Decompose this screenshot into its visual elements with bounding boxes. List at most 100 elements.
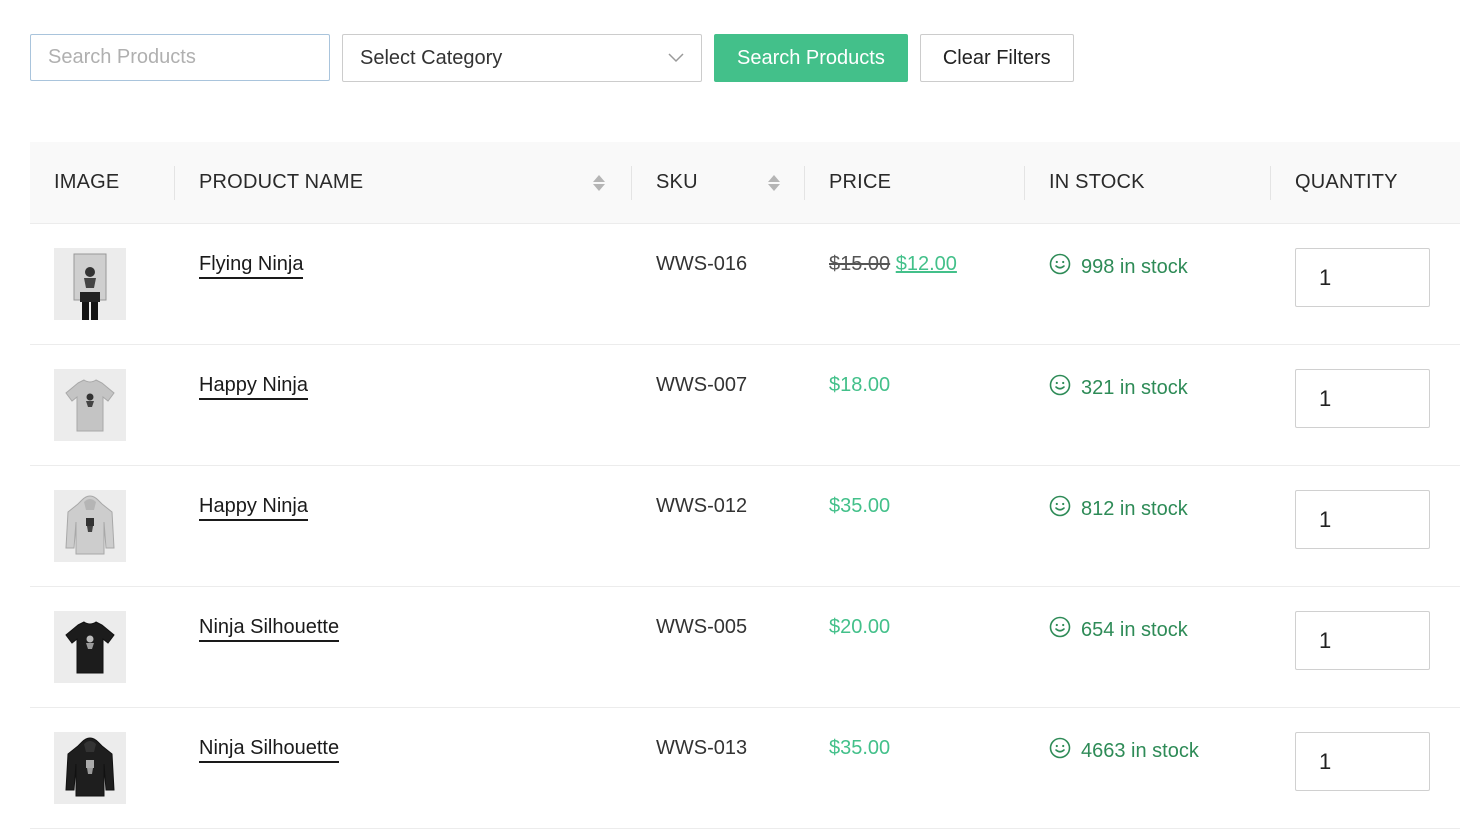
category-select[interactable]: Select Category: [342, 34, 702, 82]
product-name-cell: Flying Ninja: [175, 224, 632, 344]
stock-status: 321 in stock: [1049, 374, 1271, 402]
table-row: Ninja Silhouette WWS-013 $35.00 4663 in …: [30, 708, 1460, 829]
search-input[interactable]: [30, 34, 330, 81]
image-cell: [30, 708, 175, 828]
price-cell: $18.00: [805, 345, 1025, 465]
poster-icon[interactable]: [54, 248, 126, 320]
stock-status: 654 in stock: [1049, 616, 1271, 644]
column-header-image-label: IMAGE: [54, 171, 120, 193]
quantity-input[interactable]: [1295, 732, 1430, 791]
product-name-cell: Happy Ninja: [175, 466, 632, 586]
clear-filters-button[interactable]: Clear Filters: [919, 34, 1074, 82]
stock-status: 812 in stock: [1049, 495, 1271, 523]
table-row: Ninja Silhouette WWS-005 $20.00 654 in s…: [30, 587, 1460, 708]
smiley-icon: [1049, 253, 1071, 281]
price-value: $15.00 $12.00: [829, 253, 957, 276]
category-select-value: Select Category: [360, 46, 503, 69]
quantity-input[interactable]: [1295, 611, 1430, 670]
column-header-sku-label: SKU: [656, 171, 698, 193]
column-header-image: IMAGE: [30, 142, 175, 223]
product-name-cell: Ninja Silhouette: [175, 708, 632, 828]
column-header-price: PRICE: [805, 142, 1025, 223]
sku-cell: WWS-012: [632, 466, 805, 586]
column-header-in-stock-label: IN STOCK: [1049, 171, 1145, 193]
quantity-cell: [1271, 224, 1460, 344]
product-name-link[interactable]: Flying Ninja: [199, 253, 304, 279]
stock-text: 998 in stock: [1081, 255, 1188, 278]
stock-cell: 812 in stock: [1025, 466, 1271, 586]
price-cell: $20.00: [805, 587, 1025, 707]
product-name-cell: Happy Ninja: [175, 345, 632, 465]
smiley-icon: [1049, 737, 1071, 765]
table-row: Happy Ninja WWS-007 $18.00 321 in stock: [30, 345, 1460, 466]
stock-text: 321 in stock: [1081, 376, 1188, 399]
table-row: Happy Ninja WWS-012 $35.00 812 in stock: [30, 466, 1460, 587]
sku-cell: WWS-013: [632, 708, 805, 828]
stock-status: 4663 in stock: [1049, 737, 1271, 765]
tshirt-icon[interactable]: [54, 611, 126, 683]
column-header-product-name-label: PRODUCT NAME: [199, 171, 364, 193]
product-name-link[interactable]: Happy Ninja: [199, 495, 308, 521]
price-value: $18.00: [829, 374, 891, 396]
stock-text: 654 in stock: [1081, 618, 1188, 641]
quantity-cell: [1271, 708, 1460, 828]
product-name-link[interactable]: Ninja Silhouette: [199, 616, 340, 642]
product-name-link[interactable]: Happy Ninja: [199, 374, 308, 400]
quantity-input[interactable]: [1295, 248, 1430, 307]
quantity-input[interactable]: [1295, 490, 1430, 549]
image-cell: [30, 587, 175, 707]
sku-cell: WWS-016: [632, 224, 805, 344]
column-header-quantity: QUANTITY: [1271, 142, 1460, 223]
image-cell: [30, 224, 175, 344]
stock-cell: 4663 in stock: [1025, 708, 1271, 828]
stock-status: 998 in stock: [1049, 253, 1271, 281]
quantity-input[interactable]: [1295, 369, 1430, 428]
smiley-icon: [1049, 495, 1071, 523]
sku-cell: WWS-005: [632, 587, 805, 707]
stock-cell: 654 in stock: [1025, 587, 1271, 707]
image-cell: [30, 466, 175, 586]
image-cell: [30, 345, 175, 465]
column-header-quantity-label: QUANTITY: [1295, 171, 1398, 193]
smiley-icon: [1049, 374, 1071, 402]
price-cell: $35.00: [805, 708, 1025, 828]
sort-icon[interactable]: [593, 174, 605, 191]
price-value: $20.00: [829, 616, 891, 638]
smiley-icon: [1049, 616, 1071, 644]
sku-value: WWS-005: [656, 616, 748, 638]
sku-value: WWS-012: [656, 495, 748, 517]
column-header-price-label: PRICE: [829, 171, 892, 193]
hoodie-icon[interactable]: [54, 732, 126, 804]
product-name-cell: Ninja Silhouette: [175, 587, 632, 707]
sku-cell: WWS-007: [632, 345, 805, 465]
tshirt-icon[interactable]: [54, 369, 126, 441]
stock-cell: 998 in stock: [1025, 224, 1271, 344]
filter-toolbar: Select Category Search Products Clear Fi…: [30, 34, 1074, 82]
products-table: IMAGE PRODUCT NAME SKU PRICE IN STOCK QU…: [30, 142, 1460, 829]
sale-price: $12.00: [895, 253, 957, 275]
price-cell: $15.00 $12.00: [805, 224, 1025, 344]
sku-value: WWS-013: [656, 737, 748, 759]
quantity-cell: [1271, 587, 1460, 707]
price-cell: $35.00: [805, 466, 1025, 586]
hoodie-icon[interactable]: [54, 490, 126, 562]
column-header-product-name[interactable]: PRODUCT NAME: [175, 142, 632, 223]
price-value: $35.00: [829, 495, 891, 517]
table-row: Flying Ninja WWS-016 $15.00 $12.00 998 i…: [30, 224, 1460, 345]
chevron-down-icon: [668, 50, 684, 66]
sort-icon[interactable]: [768, 174, 780, 191]
search-products-button[interactable]: Search Products: [714, 34, 908, 82]
column-header-in-stock: IN STOCK: [1025, 142, 1271, 223]
column-header-sku[interactable]: SKU: [632, 142, 805, 223]
sku-value: WWS-016: [656, 253, 748, 275]
quantity-cell: [1271, 345, 1460, 465]
quantity-cell: [1271, 466, 1460, 586]
table-header: IMAGE PRODUCT NAME SKU PRICE IN STOCK QU…: [30, 142, 1460, 224]
stock-text: 4663 in stock: [1081, 739, 1199, 762]
stock-cell: 321 in stock: [1025, 345, 1271, 465]
product-name-link[interactable]: Ninja Silhouette: [199, 737, 340, 763]
stock-text: 812 in stock: [1081, 497, 1188, 520]
original-price: $15.00: [829, 253, 891, 275]
price-value: $35.00: [829, 737, 891, 759]
sku-value: WWS-007: [656, 374, 748, 396]
